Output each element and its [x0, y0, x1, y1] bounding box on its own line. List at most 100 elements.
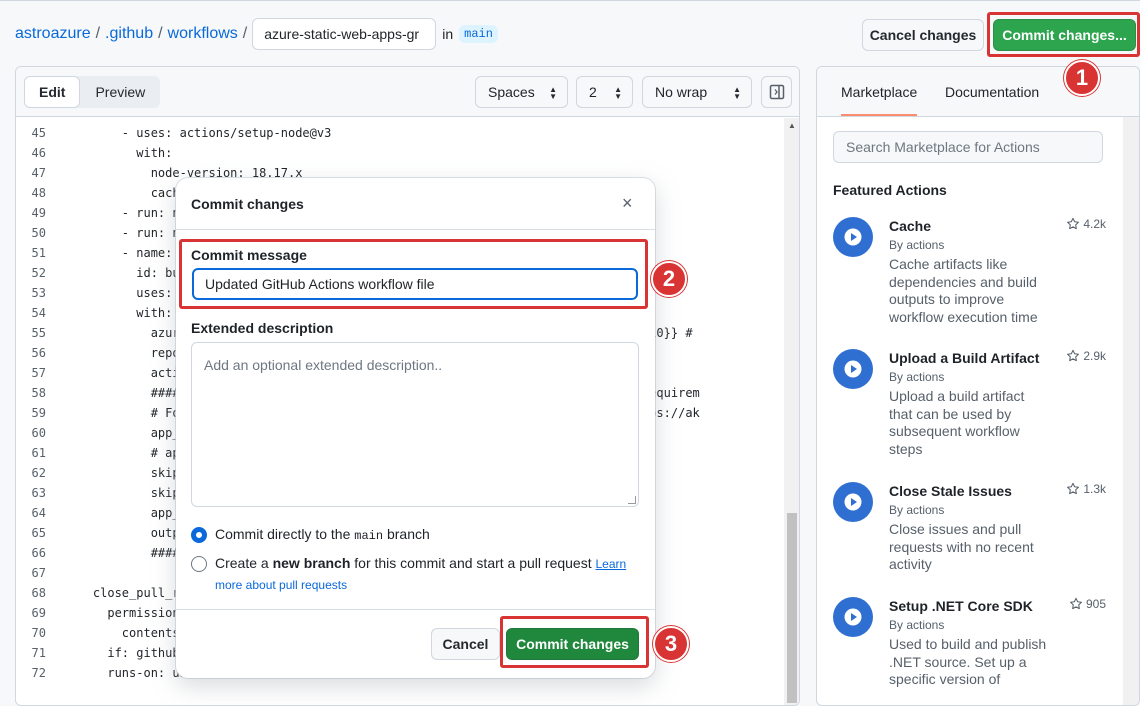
- cancel-button[interactable]: Cancel: [431, 628, 500, 660]
- action-stars: 4.2k: [1066, 217, 1106, 231]
- action-name[interactable]: Cache: [889, 218, 931, 234]
- commit-directly-radio[interactable]: [191, 527, 207, 543]
- annotation-badge-1: 1: [1064, 60, 1100, 96]
- line-number: 61: [31, 446, 46, 460]
- new-branch-label: Create a new branch for this commit and …: [215, 555, 626, 571]
- annotation-box-3: [500, 616, 649, 668]
- line-content: permissions: [64, 606, 187, 620]
- line-content: outpu: [64, 526, 187, 540]
- action-description: Upload a build artifact that can be used…: [889, 388, 1025, 457]
- indent-size-value: 2: [589, 84, 597, 100]
- line-content: skip_: [64, 466, 187, 480]
- line-content: # api: [64, 446, 187, 460]
- editor-scrollbar[interactable]: ▲: [784, 118, 799, 705]
- action-description: Close issues and pull requests with no r…: [889, 521, 1034, 572]
- breadcrumb-separator: /: [95, 25, 101, 42]
- tab-documentation[interactable]: Documentation: [945, 84, 1039, 100]
- tab-edit[interactable]: Edit: [24, 76, 81, 108]
- line-content: - run: np: [64, 206, 187, 220]
- line-content: if: github.: [64, 646, 187, 660]
- line-number: 72: [31, 666, 46, 680]
- annotation-badge-2: 2: [651, 261, 687, 297]
- breadcrumb-workflows-link[interactable]: workflows: [168, 25, 238, 43]
- indent-mode-select[interactable]: Spaces ▲ ▼: [475, 76, 568, 108]
- star-icon: [1067, 217, 1080, 230]
- line-content: close_pull_re: [64, 586, 187, 600]
- option1-text: Commit directly to the: [215, 526, 355, 542]
- indent-size-select[interactable]: 2 ▲ ▼: [576, 76, 633, 108]
- action-name[interactable]: Close Stale Issues: [889, 483, 1012, 499]
- breadcrumb-separator: /: [158, 25, 163, 42]
- sidebar-scrollbar[interactable]: [1123, 117, 1139, 705]
- action-stars: 2.9k: [1066, 349, 1106, 363]
- tab-preview[interactable]: Preview: [80, 76, 160, 108]
- code-line[interactable]: 46 with:: [16, 143, 784, 163]
- option2-bold: new branch: [272, 555, 351, 571]
- close-icon[interactable]: ×: [622, 194, 633, 212]
- action-description: Cache artifacts like dependencies and bu…: [889, 256, 1038, 325]
- split-view-icon[interactable]: [761, 76, 792, 108]
- line-content: - name: B: [64, 246, 187, 260]
- line-content: app_a: [64, 506, 187, 520]
- line-number: 56: [31, 346, 46, 360]
- line-number: 66: [31, 546, 46, 560]
- line-content: - uses: actions/setup-node@v3: [64, 126, 332, 140]
- branch-chip: main: [459, 25, 498, 43]
- select-arrows-icon: ▲ ▼: [733, 85, 741, 101]
- select-arrows-icon: ▲ ▼: [614, 85, 622, 101]
- featured-action-item[interactable]: Close Stale Issues By actions Close issues…: [833, 482, 1106, 592]
- action-name[interactable]: Upload a Build Artifact: [889, 350, 1039, 366]
- line-number: 60: [31, 426, 46, 440]
- featured-action-item[interactable]: Setup .NET Core SDK By actions Used to bui…: [833, 597, 1106, 705]
- action-stars: 1.3k: [1066, 482, 1106, 496]
- wrap-mode-value: No wrap: [655, 84, 708, 100]
- scroll-up-icon[interactable]: ▲: [788, 121, 796, 130]
- editor-scrollbar-thumb[interactable]: [787, 513, 797, 703]
- featured-action-item[interactable]: Upload a Build Artifact By actions Upload …: [833, 349, 1106, 459]
- learn-more-link[interactable]: Learn: [596, 557, 627, 571]
- line-number: 69: [31, 606, 46, 620]
- breadcrumb: astroazure / .github / workflows / azure…: [15, 18, 498, 50]
- marketplace-search-input[interactable]: Search Marketplace for Actions: [833, 131, 1103, 163]
- line-number: 53: [31, 286, 46, 300]
- breadcrumb-github-folder-link[interactable]: .github: [105, 25, 153, 43]
- action-stars-count: 905: [1085, 597, 1106, 611]
- breadcrumb-owner-link[interactable]: astroazure: [15, 25, 91, 43]
- featured-actions-heading: Featured Actions: [833, 182, 947, 198]
- line-content: id: bui: [64, 266, 187, 280]
- cancel-changes-button[interactable]: Cancel changes: [862, 19, 984, 51]
- action-stars-count: 1.3k: [1083, 482, 1106, 496]
- learn-more-link-continued[interactable]: more about pull requests: [215, 578, 347, 592]
- extended-description-textarea[interactable]: Add an optional extended description..: [191, 342, 639, 507]
- select-arrows-icon: ▲ ▼: [549, 85, 557, 101]
- action-stars-count: 2.9k: [1083, 349, 1106, 363]
- line-number: 64: [31, 506, 46, 520]
- tab-marketplace[interactable]: Marketplace: [841, 84, 918, 116]
- option1-suffix: branch: [383, 526, 430, 542]
- line-number: 57: [31, 366, 46, 380]
- line-number: 63: [31, 486, 46, 500]
- code-line[interactable]: 45 - uses: actions/setup-node@v3: [16, 123, 784, 143]
- extended-description-placeholder: Add an optional extended description..: [204, 357, 443, 373]
- commit-directly-label: Commit directly to the main branch: [215, 526, 430, 543]
- line-content: cache: [64, 186, 187, 200]
- line-content: contents:: [64, 626, 187, 640]
- featured-action-item[interactable]: Cache By actions Cache artifacts like depe…: [833, 217, 1106, 327]
- resize-handle-icon[interactable]: [628, 496, 636, 504]
- action-stars: 905: [1069, 597, 1106, 611]
- line-number: 55: [31, 326, 46, 340]
- line-content: with:: [64, 146, 173, 160]
- line-number: 67: [31, 566, 46, 580]
- line-content: actic: [64, 366, 187, 380]
- filename-input[interactable]: azure-static-web-apps-gr: [252, 18, 437, 50]
- new-branch-radio[interactable]: [191, 556, 207, 572]
- option2-suffix: for this commit and start a pull request: [350, 555, 596, 571]
- star-icon: [1070, 597, 1082, 610]
- action-stars-count: 4.2k: [1083, 217, 1106, 231]
- action-author: By actions: [889, 370, 945, 384]
- indent-mode-value: Spaces: [488, 84, 535, 100]
- action-author: By actions: [889, 238, 945, 252]
- line-number: 50: [31, 226, 46, 240]
- wrap-mode-select[interactable]: No wrap ▲ ▼: [642, 76, 752, 108]
- action-name[interactable]: Setup .NET Core SDK: [889, 598, 1033, 614]
